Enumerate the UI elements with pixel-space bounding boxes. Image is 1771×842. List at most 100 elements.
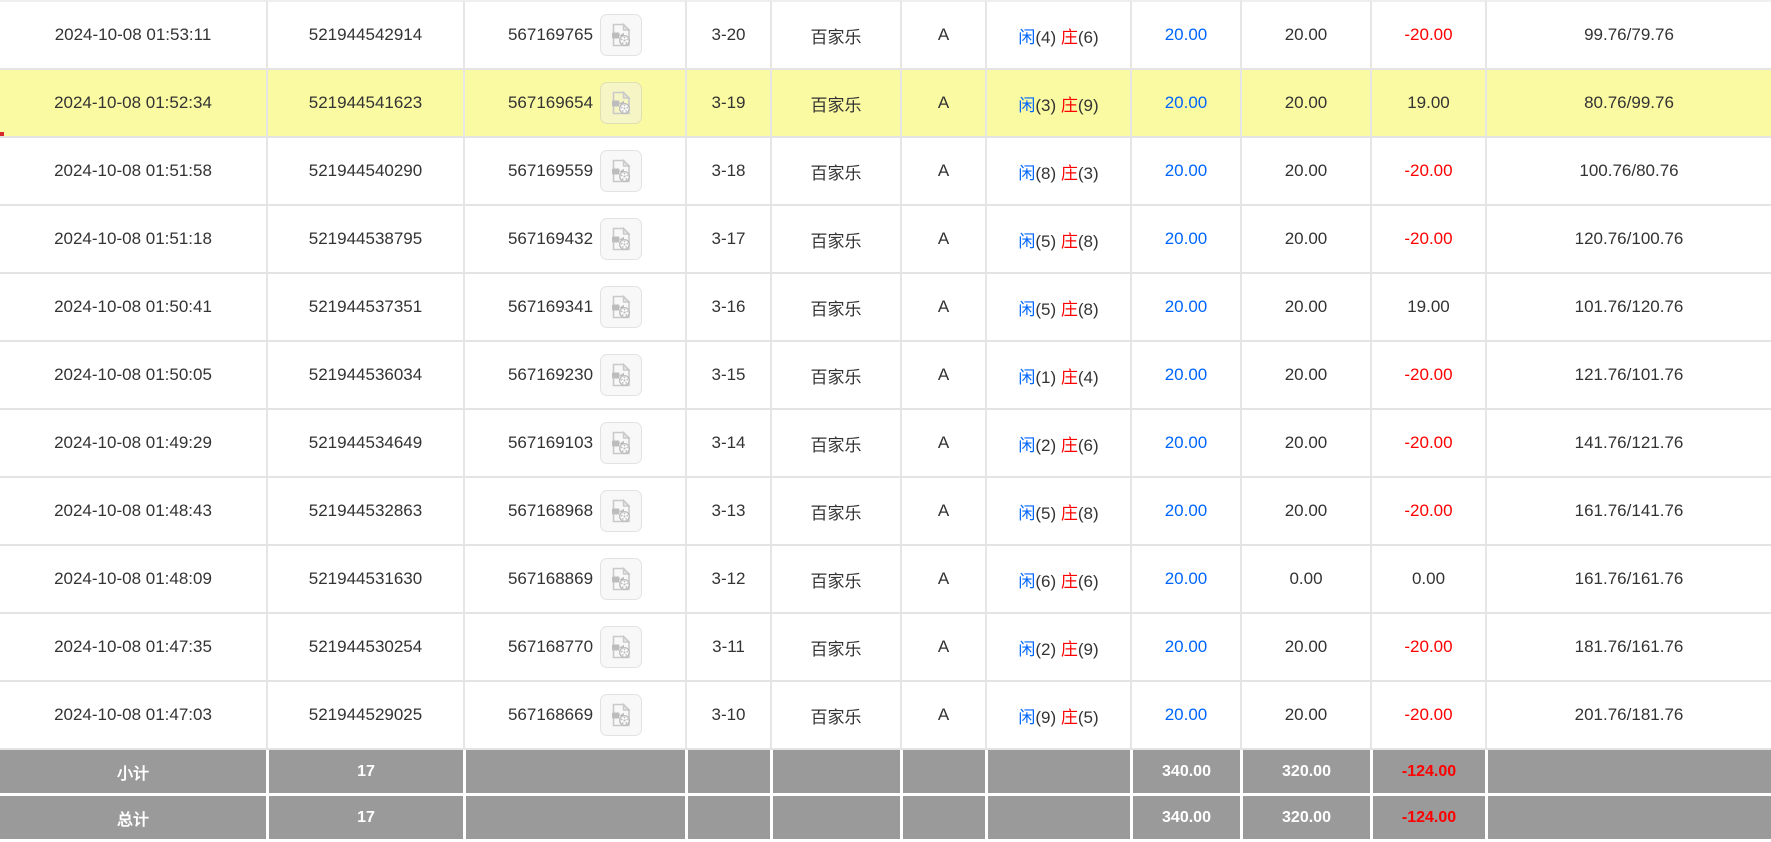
player-result-value: (5) (1035, 504, 1056, 523)
table-round-cell: 3-14 (685, 410, 770, 478)
game-type-cell: 百家乐 (770, 0, 900, 70)
total-empty-cell (463, 796, 685, 842)
bet-time-cell: 2024-10-08 01:49:29 (0, 410, 266, 478)
balance-cell: 141.76/121.76 (1485, 410, 1771, 478)
balance-cell: 80.76/99.76 (1485, 70, 1771, 138)
banker-result-value: (8) (1078, 300, 1099, 319)
table-row[interactable]: 2024-10-08 01:51:58 521944540290 5671695… (0, 138, 1771, 206)
valid-amount-cell: 0.00 (1240, 546, 1370, 614)
banker-result-value: (6) (1078, 572, 1099, 591)
round-id-cell: 567168869 (463, 546, 685, 614)
table-letter-cell: A (900, 0, 985, 70)
game-type-cell: 百家乐 (770, 546, 900, 614)
video-replay-button[interactable] (600, 626, 642, 668)
table-row[interactable]: 2024-10-08 01:50:41 521944537351 5671693… (0, 274, 1771, 342)
balance-cell: 121.76/101.76 (1485, 342, 1771, 410)
player-result-label: 闲 (1018, 96, 1035, 115)
bet-amount-cell: 20.00 (1130, 546, 1240, 614)
table-row[interactable]: 2024-10-08 01:49:29 521944534649 5671691… (0, 410, 1771, 478)
subtotal-count: 17 (266, 750, 463, 796)
round-id-cell: 567168770 (463, 614, 685, 682)
table-round-cell: 3-20 (685, 0, 770, 70)
table-row[interactable]: 2024-10-08 01:48:43 521944532863 5671689… (0, 478, 1771, 546)
round-id-text: 567168669 (508, 705, 593, 725)
player-result-label: 闲 (1018, 164, 1035, 183)
total-row: 总计 17 340.00 320.00 -124.00 (0, 796, 1771, 842)
table-round-cell: 3-12 (685, 546, 770, 614)
bet-time-cell: 2024-10-08 01:51:18 (0, 206, 266, 274)
video-replay-button[interactable] (600, 694, 642, 736)
banker-result-value: (8) (1078, 232, 1099, 251)
bet-time-cell: 2024-10-08 01:53:11 (0, 0, 266, 70)
bet-amount-cell: 20.00 (1130, 410, 1240, 478)
banker-result-value: (9) (1078, 96, 1099, 115)
game-type-cell: 百家乐 (770, 478, 900, 546)
bet-id-cell: 521944540290 (266, 138, 463, 206)
video-replay-button[interactable] (600, 218, 642, 260)
video-file-icon (607, 701, 635, 729)
video-replay-button[interactable] (600, 354, 642, 396)
table-row[interactable]: 2024-10-08 01:47:03 521944529025 5671686… (0, 682, 1771, 750)
bet-amount-cell: 20.00 (1130, 342, 1240, 410)
round-id-text: 567169559 (508, 161, 593, 181)
round-id-cell: 567168968 (463, 478, 685, 546)
valid-amount-cell: 20.00 (1240, 614, 1370, 682)
video-replay-button[interactable] (600, 558, 642, 600)
balance-cell: 181.76/161.76 (1485, 614, 1771, 682)
bet-amount-cell: 20.00 (1130, 274, 1240, 342)
bet-amount-cell: 20.00 (1130, 70, 1240, 138)
table-row[interactable]: 2024-10-08 01:47:35 521944530254 5671687… (0, 614, 1771, 682)
table-letter-cell: A (900, 546, 985, 614)
bet-time-cell: 2024-10-08 01:48:43 (0, 478, 266, 546)
video-replay-button[interactable] (600, 150, 642, 192)
table-row[interactable]: 2024-10-08 01:50:05 521944536034 5671692… (0, 342, 1771, 410)
total-empty-cell (900, 796, 985, 842)
subtotal-empty-cell (1485, 750, 1771, 796)
video-file-icon (607, 497, 635, 525)
bet-id-cell: 521944531630 (266, 546, 463, 614)
player-result-label: 闲 (1018, 504, 1035, 523)
table-row[interactable]: 2024-10-08 01:48:09 521944531630 5671688… (0, 546, 1771, 614)
win-loss-cell: -20.00 (1370, 682, 1485, 750)
video-replay-button[interactable] (600, 286, 642, 328)
bet-time-cell: 2024-10-08 01:52:34 (0, 70, 266, 138)
video-replay-button[interactable] (600, 82, 642, 124)
video-file-icon (607, 89, 635, 117)
win-loss-cell: -20.00 (1370, 410, 1485, 478)
banker-result-label: 庄 (1061, 368, 1078, 387)
banker-result-label: 庄 (1061, 164, 1078, 183)
banker-result-value: (4) (1078, 368, 1099, 387)
game-type-cell: 百家乐 (770, 410, 900, 478)
bet-id-cell: 521944529025 (266, 682, 463, 750)
round-id-cell: 567169230 (463, 342, 685, 410)
banker-result-label: 庄 (1061, 232, 1078, 251)
game-type-cell: 百家乐 (770, 682, 900, 750)
subtotal-row: 小计 17 340.00 320.00 -124.00 (0, 750, 1771, 796)
bet-amount-cell: 20.00 (1130, 682, 1240, 750)
win-loss-cell: -20.00 (1370, 0, 1485, 70)
banker-result-label: 庄 (1061, 708, 1078, 727)
bet-id-cell: 521944534649 (266, 410, 463, 478)
table-letter-cell: A (900, 70, 985, 138)
banker-result-label: 庄 (1061, 640, 1078, 659)
video-replay-button[interactable] (600, 490, 642, 532)
win-loss-cell: 19.00 (1370, 274, 1485, 342)
round-id-text: 567169230 (508, 365, 593, 385)
table-letter-cell: A (900, 682, 985, 750)
valid-amount-cell: 20.00 (1240, 274, 1370, 342)
table-letter-cell: A (900, 478, 985, 546)
video-replay-button[interactable] (600, 422, 642, 464)
banker-result-label: 庄 (1061, 300, 1078, 319)
table-row[interactable]: 2024-10-08 01:51:18 521944538795 5671694… (0, 206, 1771, 274)
round-id-text: 567168770 (508, 637, 593, 657)
table-row[interactable]: 2024-10-08 01:53:11 521944542914 5671697… (0, 0, 1771, 70)
bet-time-cell: 2024-10-08 01:51:58 (0, 138, 266, 206)
game-result-cell: 闲(2) 庄(9) (985, 614, 1130, 682)
round-id-cell: 567168669 (463, 682, 685, 750)
table-letter-cell: A (900, 342, 985, 410)
total-winloss-total: -124.00 (1370, 796, 1485, 842)
table-row[interactable]: 2024-10-08 01:52:34 521944541623 5671696… (0, 70, 1771, 138)
video-replay-button[interactable] (600, 14, 642, 56)
game-result-cell: 闲(1) 庄(4) (985, 342, 1130, 410)
bet-id-cell: 521944536034 (266, 342, 463, 410)
